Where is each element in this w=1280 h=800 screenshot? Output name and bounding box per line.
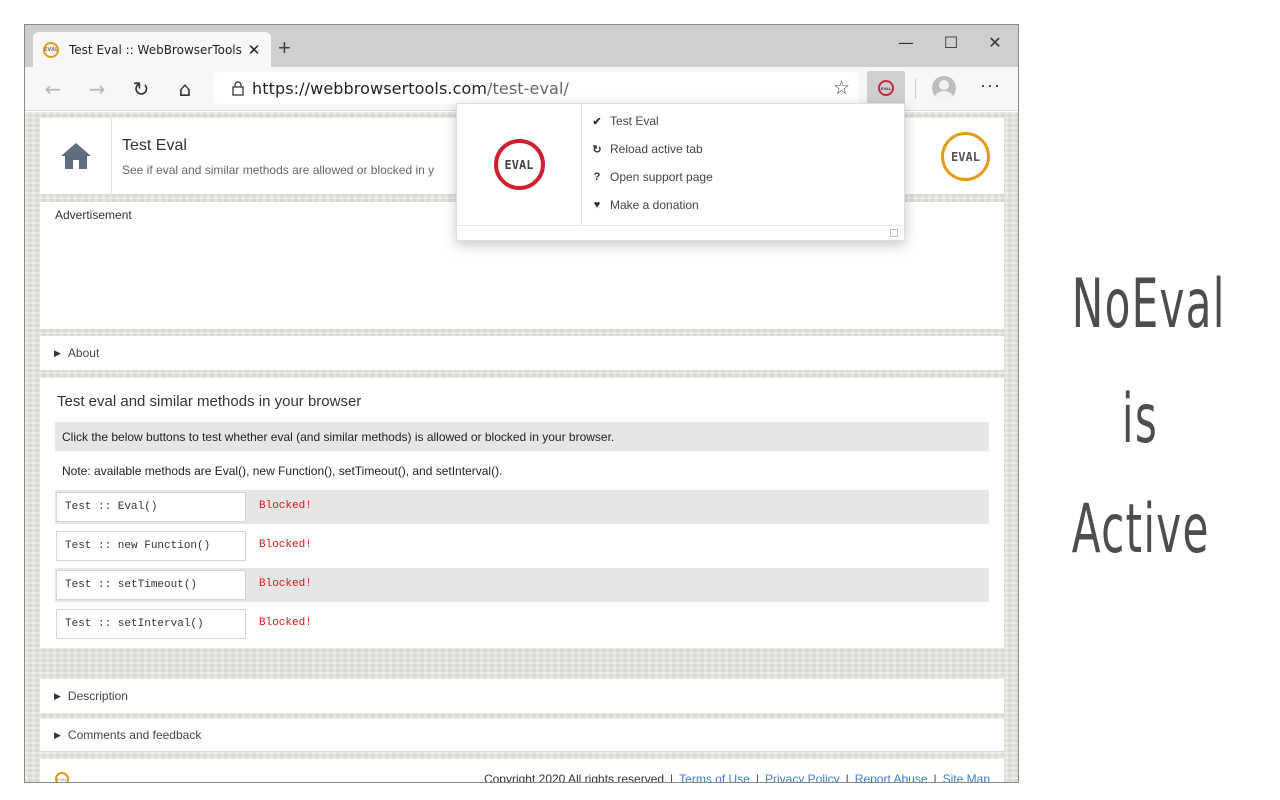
caption-line-3: Active <box>1071 490 1210 569</box>
popup-item-support-page[interactable]: ? Open support page <box>591 167 713 187</box>
popup-item-label: Test Eval <box>610 114 659 128</box>
test-result: Blocked! <box>259 500 312 512</box>
caption-line-1: NoEval <box>1071 265 1226 344</box>
tab-strip: EVAL Test Eval :: WebBrowserTools ✕ + — … <box>25 25 1018 67</box>
close-window-button[interactable]: ✕ <box>980 31 1010 55</box>
test-row: Test :: new Function() Blocked! <box>55 529 989 563</box>
footer-links: Copyright 2020 All rights reserved | Terms… <box>483 772 990 783</box>
caption-line-2: is <box>1121 380 1159 459</box>
about-label: About <box>67 346 100 360</box>
instructions-bar: Click the below buttons to test whether … <box>55 422 989 451</box>
home-button[interactable]: ⌂ <box>171 75 199 103</box>
test-settimeout-button[interactable]: Test :: setTimeout() <box>56 570 246 600</box>
reload-icon: ↻ <box>592 143 602 156</box>
noeval-extension-button[interactable]: EVAL <box>867 71 905 105</box>
popup-logo-panel: EVAL <box>457 104 582 225</box>
expand-triangle-icon: ▶ <box>54 690 61 701</box>
home-link[interactable] <box>40 118 112 194</box>
report-abuse-link[interactable]: Report Abuse <box>855 772 928 782</box>
comments-label: Comments and feedback <box>67 728 202 742</box>
test-result: Blocked! <box>259 617 312 629</box>
popup-item-donation[interactable]: ♥ Make a donation <box>591 195 699 215</box>
url-host: https://webbrowsertools.com <box>252 78 488 98</box>
toolbar-divider <box>915 79 916 99</box>
test-eval-button[interactable]: Test :: Eval() <box>56 492 246 522</box>
test-new-function-button[interactable]: Test :: new Function() <box>56 531 246 561</box>
lock-icon[interactable] <box>224 80 252 96</box>
minimize-button[interactable]: — <box>891 31 921 55</box>
profile-avatar[interactable] <box>932 76 956 100</box>
address-bar[interactable]: https://webbrowsertools.com/test-eval/ ☆ <box>214 72 858 104</box>
footer-separator: | <box>755 772 759 783</box>
comments-section-toggle[interactable]: ▶ Comments and feedback <box>40 719 1004 751</box>
methods-note: Note: available methods are Eval(), new … <box>62 464 503 478</box>
back-button[interactable]: ← <box>39 75 67 103</box>
page-subtitle: See if eval and similar methods are allo… <box>122 163 435 177</box>
favorite-star-icon[interactable]: ☆ <box>833 77 850 99</box>
question-icon: ? <box>593 171 601 183</box>
forward-button[interactable]: → <box>83 75 111 103</box>
privacy-policy-link[interactable]: Privacy Policy <box>765 772 840 782</box>
popup-item-test-eval[interactable]: ✔ Test Eval <box>591 111 659 131</box>
popup-item-label: Open support page <box>610 170 713 184</box>
copyright-text: Copyright 2020 All rights reserved <box>483 772 665 783</box>
settings-menu-button[interactable]: ··· <box>980 75 1001 96</box>
test-row: Test :: Eval() Blocked! <box>55 490 989 524</box>
maximize-button[interactable]: ☐ <box>936 31 966 55</box>
popup-item-label: Make a donation <box>610 198 699 212</box>
reload-button[interactable]: ↻ <box>127 75 155 103</box>
noeval-logo-icon: EVAL <box>493 139 545 190</box>
url-text[interactable]: https://webbrowsertools.com/test-eval/ <box>252 79 569 98</box>
url-path: /test-eval/ <box>487 78 569 98</box>
footer-separator: | <box>933 772 937 783</box>
about-section-toggle[interactable]: ▶ About <box>40 336 1004 370</box>
popup-item-label: Reload active tab <box>610 142 703 156</box>
page-footer: EVAL Copyright 2020 All rights reserved |… <box>40 759 1004 783</box>
home-icon <box>60 143 91 169</box>
description-label: Description <box>67 689 128 703</box>
advertisement-label: Advertisement <box>55 208 132 222</box>
new-tab-button[interactable]: + <box>278 35 291 61</box>
footer-separator: | <box>845 772 849 783</box>
test-panel: Test eval and similar methods in your br… <box>40 378 1004 648</box>
heart-icon: ♥ <box>593 199 601 211</box>
expand-triangle-icon: ▶ <box>54 729 61 740</box>
page-title: Test Eval <box>122 137 187 154</box>
test-row: Test :: setTimeout() Blocked! <box>55 568 989 602</box>
noeval-extension-popup: EVAL ✔ Test Eval ↻ Reload active tab ? O… <box>456 103 905 241</box>
footer-separator: | <box>670 772 674 783</box>
description-section-toggle[interactable]: ▶ Description <box>40 679 1004 713</box>
checkmark-icon: ✔ <box>592 115 602 128</box>
resize-handle-icon[interactable] <box>890 229 898 237</box>
browser-tab[interactable]: EVAL Test Eval :: WebBrowserTools ✕ <box>33 32 271 67</box>
eval-favicon-icon: EVAL <box>43 41 59 58</box>
tab-title: Test Eval :: WebBrowserTools <box>69 42 242 57</box>
footer-logo-icon: EVAL <box>55 772 69 782</box>
popup-footer <box>457 225 904 241</box>
test-result: Blocked! <box>259 539 312 551</box>
expand-triangle-icon: ▶ <box>54 347 61 358</box>
eval-logo-icon: EVAL <box>941 132 990 181</box>
terms-of-use-link[interactable]: Terms of Use <box>679 772 750 782</box>
test-result: Blocked! <box>259 578 312 590</box>
popup-item-reload-tab[interactable]: ↻ Reload active tab <box>591 139 703 159</box>
test-row: Test :: setInterval() Blocked! <box>55 607 989 641</box>
test-setinterval-button[interactable]: Test :: setInterval() <box>56 609 246 639</box>
tab-close-icon[interactable]: ✕ <box>247 41 261 59</box>
noeval-extension-icon: EVAL <box>878 80 894 96</box>
site-map-link[interactable]: Site Map <box>943 772 990 782</box>
test-panel-title: Test eval and similar methods in your br… <box>57 393 362 410</box>
